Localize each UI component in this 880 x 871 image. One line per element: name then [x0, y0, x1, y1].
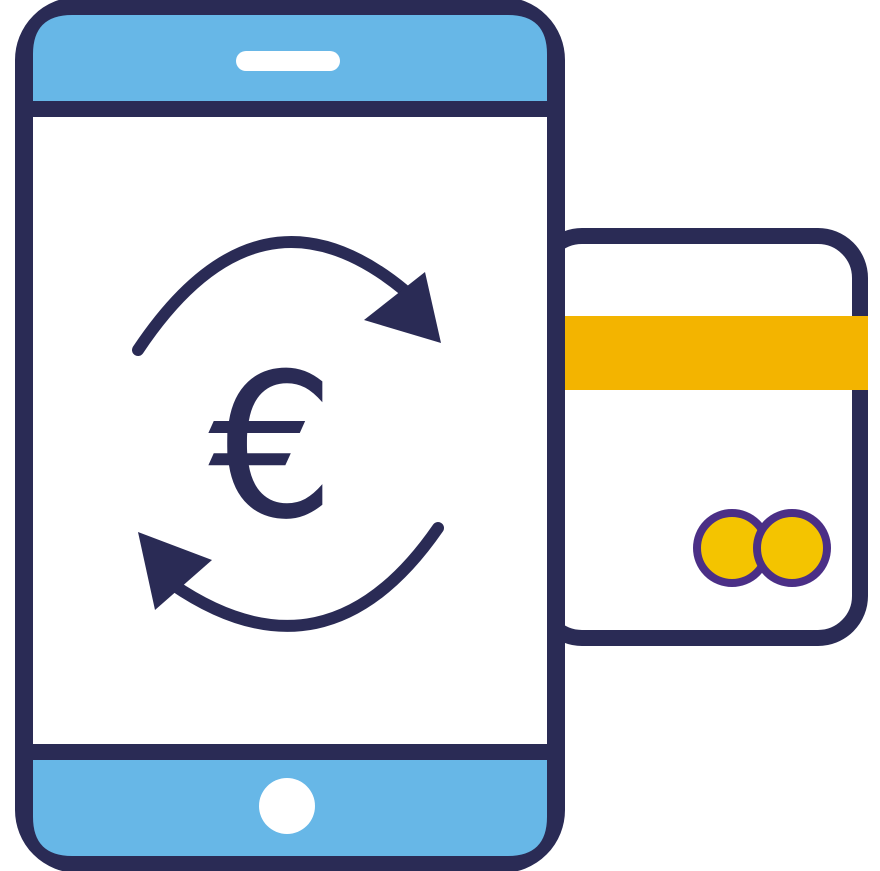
euro-symbol: € — [208, 331, 335, 564]
payment-illustration-svg: € — [15, 0, 868, 871]
phone-home-button — [259, 778, 315, 834]
card-logo-circle-right — [753, 509, 831, 587]
credit-card-icon — [532, 228, 868, 646]
card-magnetic-stripe — [548, 316, 868, 390]
phone-speaker — [236, 51, 340, 71]
payment-illustration: € — [0, 0, 880, 871]
card-brand-logo-icon — [693, 509, 831, 587]
